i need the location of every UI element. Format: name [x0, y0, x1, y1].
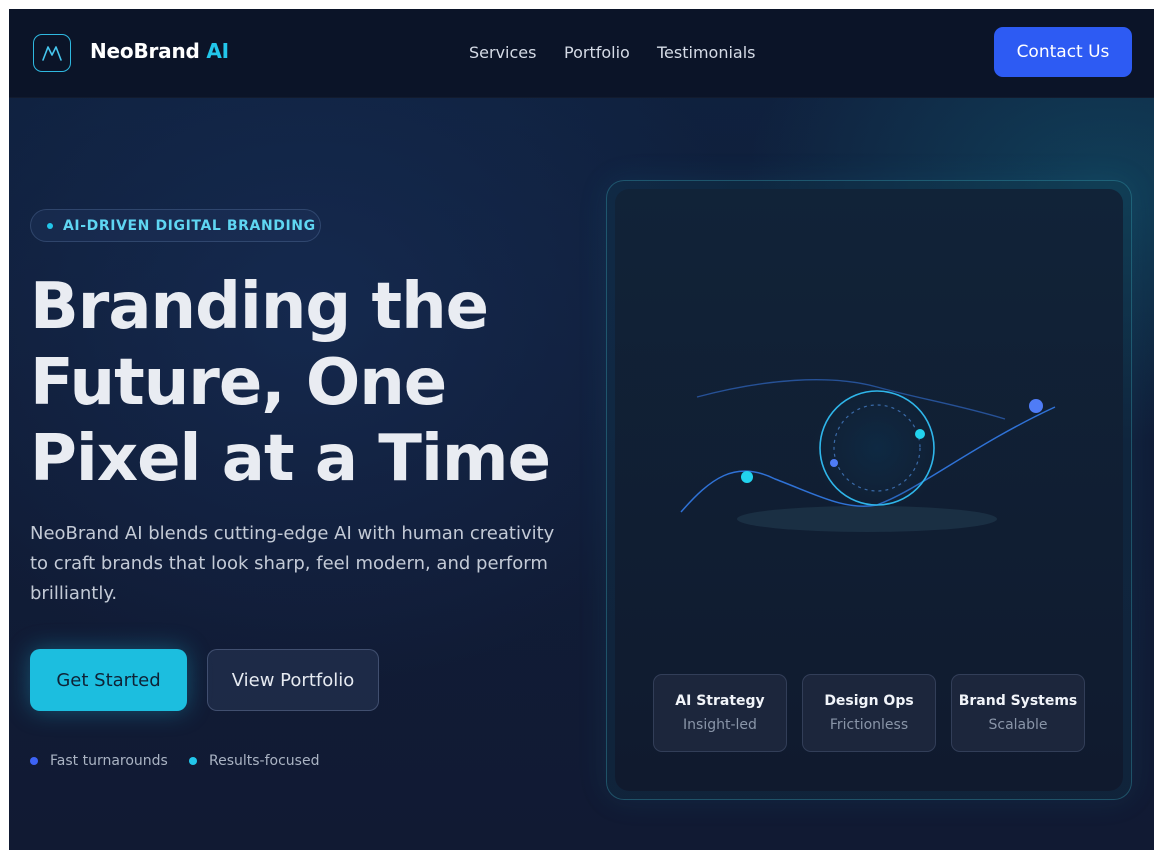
headline-line-1: Branding the: [30, 270, 489, 344]
nav-link-portfolio[interactable]: Portfolio: [564, 43, 630, 62]
nav-link-testimonials[interactable]: Testimonials: [657, 43, 756, 62]
view-portfolio-button[interactable]: View Portfolio: [207, 649, 379, 711]
badge-label: AI-DRIVEN DIGITAL BRANDING: [63, 217, 316, 234]
top-nav-bar: NeoBrand AI Services Portfolio Testimoni…: [9, 9, 1154, 98]
node-blue-right: [1029, 399, 1043, 413]
brand-name-accent: AI: [206, 39, 229, 63]
chip-design-ops: Design Ops Frictionless: [802, 674, 936, 752]
chip-subtitle: Scalable: [988, 717, 1048, 733]
logo-mark[interactable]: [33, 34, 71, 72]
feature-results-focused: Results-focused: [189, 753, 319, 769]
headline-line-3: Pixel at a Time: [30, 422, 551, 496]
nav-link-services[interactable]: Services: [469, 43, 536, 62]
feature-label: Fast turnarounds: [50, 753, 168, 769]
chip-subtitle: Frictionless: [829, 717, 909, 733]
get-started-button[interactable]: Get Started: [30, 649, 187, 711]
chip-subtitle: Insight-led: [683, 717, 757, 733]
hero-headline: Branding the Future, One Pixel at a Time: [30, 269, 590, 497]
chip-brand-systems: Brand Systems Scalable: [951, 674, 1085, 752]
sphere-glow: [813, 384, 941, 512]
chip-title: Design Ops: [824, 693, 914, 709]
hero-badge: AI-DRIVEN DIGITAL BRANDING: [30, 209, 321, 242]
orbit-illustration: [680, 379, 1056, 532]
feature-dot-icon: [30, 757, 38, 765]
badge-dot-icon: [47, 222, 53, 229]
logo-m-icon: [42, 46, 62, 61]
brand-name-text: NeoBrand: [90, 39, 200, 63]
hero-description: NeoBrand AI blends cutting-edge AI with …: [30, 523, 555, 604]
chip-title: AI Strategy: [675, 693, 765, 709]
chip-title: Brand Systems: [958, 693, 1078, 709]
contact-us-button[interactable]: Contact Us: [994, 27, 1132, 77]
brand-name[interactable]: NeoBrand AI: [90, 39, 229, 63]
node-cyan-left: [741, 471, 753, 483]
feature-dot-icon: [189, 757, 197, 765]
node-cyan-inner: [915, 429, 925, 439]
feature-label: Results-focused: [209, 753, 320, 769]
node-blue-inner: [830, 459, 838, 467]
page-frame: NeoBrand AI Services Portfolio Testimoni…: [9, 9, 1154, 850]
chip-ai-strategy: AI Strategy Insight-led: [653, 674, 787, 752]
feature-fast-turnarounds: Fast turnarounds: [30, 753, 168, 769]
headline-line-2: Future, One: [30, 346, 447, 420]
